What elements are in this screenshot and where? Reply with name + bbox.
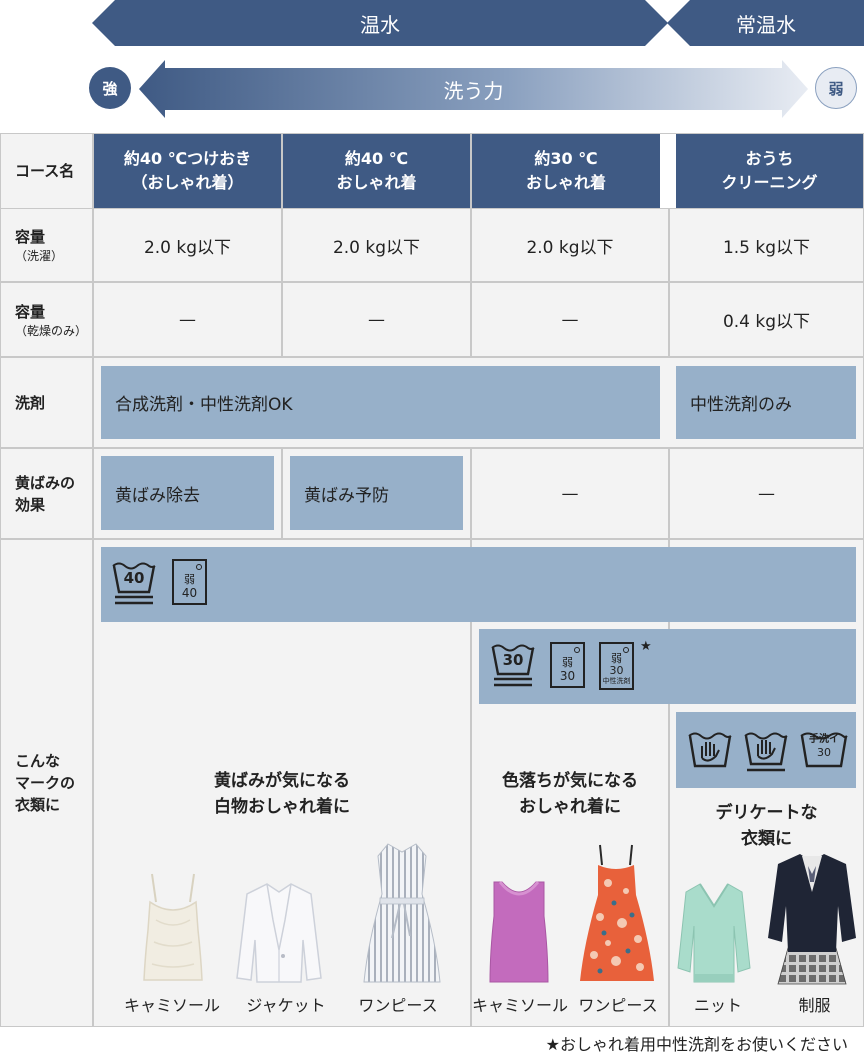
caption-dress-1: ワンピース (358, 996, 438, 1015)
caption-camisole-1: キャミソール (123, 996, 220, 1015)
room-temp-label: 常温水 (736, 12, 796, 37)
caption-dress-2: ワンピース (578, 996, 658, 1015)
capacity-dry-2: — (283, 283, 470, 356)
capacity-wash-3: 2.0 kg以下 (472, 209, 668, 281)
caption-camisole-2: キャミソール (471, 996, 568, 1015)
handwash-tub-icon-2 (744, 732, 788, 772)
detergent-home-band: 中性洗剤のみ (676, 366, 856, 439)
row-label-capacity-wash: 容量 （洗濯） (1, 209, 92, 281)
capacity-dry-1: — (94, 283, 281, 356)
category-color: 色落ちが気になる おしゃれ着に (502, 771, 638, 817)
yellowing-remove-band: 黄ばみ除去 (101, 456, 274, 530)
row-label-capacity-dry: 容量 （乾燥のみ） (1, 283, 92, 356)
capacity-wash-4: 1.5 kg以下 (670, 209, 863, 281)
capacity-dry-4: 0.4 kg以下 (670, 283, 863, 356)
star-mark: ★ (640, 639, 652, 654)
weak-machine-30-icon: 弱 30 (550, 642, 585, 688)
dress-floral-image (580, 844, 654, 981)
knit-sweater-image (677, 883, 751, 983)
yellowing-3: — (472, 449, 668, 538)
detergent-shared-band: 合成洗剤・中性洗剤OK (101, 366, 660, 439)
camisole-white-image (143, 873, 203, 981)
capacity-wash-1: 2.0 kg以下 (94, 209, 281, 281)
dress-striped-image (363, 843, 441, 983)
course-header-3: 約30 ℃ おしゃれ着 (472, 134, 660, 208)
warm-water-label: 温水 (360, 12, 400, 37)
school-uniform-image (768, 854, 856, 985)
yellowing-4: — (670, 449, 863, 538)
row-label-marks: こんな マークの 衣類に (1, 540, 92, 1026)
weak-machine-40-icon: 弱 40 (172, 559, 207, 605)
camisole-pink-image (489, 881, 549, 983)
caption-knit: ニット (693, 996, 742, 1015)
handwash-tub-icon-1 (688, 732, 732, 768)
strong-badge: 強 (89, 67, 131, 109)
washing-power-label: 洗う力 (443, 78, 504, 103)
care-band-all (101, 547, 856, 622)
course-header-1: 約40 ℃つけおき （おしゃれ着） (94, 134, 281, 208)
course-header-4: おうち クリーニング (676, 134, 863, 208)
row-label-course: コース名 (1, 134, 92, 208)
row-label-detergent: 洗剤 (1, 358, 92, 447)
yellowing-prevent-band: 黄ばみ予防 (290, 456, 463, 530)
weak-badge: 弱 (815, 67, 857, 109)
caption-uniform: 制服 (798, 996, 831, 1015)
weak-machine-30-neutral-icon: 弱 30 中性洗剤 (599, 642, 634, 690)
jacket-white-image (236, 883, 322, 983)
capacity-dry-3: — (472, 283, 668, 356)
caption-jacket: ジャケット (246, 996, 326, 1015)
category-delicate: デリケートな 衣類に (715, 803, 818, 849)
footnote: ★おしゃれ着用中性洗剤をお使いください (545, 1035, 848, 1054)
row-label-yellowing: 黄ばみの 効果 (1, 449, 92, 538)
category-white: 黄ばみが気になる 白物おしゃれ着に (214, 771, 350, 817)
capacity-wash-2: 2.0 kg以下 (283, 209, 470, 281)
course-header-2: 約40 ℃ おしゃれ着 (283, 134, 470, 208)
